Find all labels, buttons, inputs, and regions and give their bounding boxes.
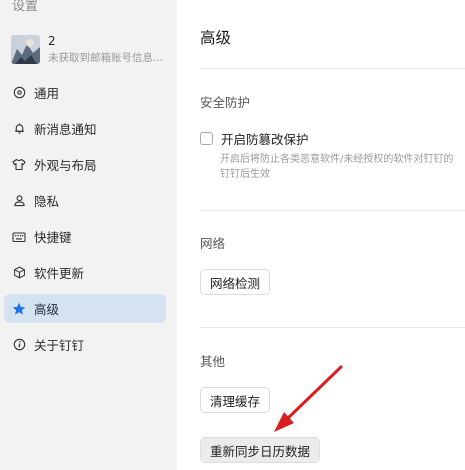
sidebar-item-notifications[interactable]: 新消息通知 — [4, 114, 166, 143]
sidebar-item-general[interactable]: 通用 — [4, 78, 166, 107]
settings-title: 设置 — [12, 0, 39, 14]
network-check-button[interactable]: 网络检测 — [200, 269, 271, 295]
sidebar-item-updates[interactable]: 软件更新 — [4, 258, 166, 287]
divider — [200, 210, 465, 211]
sidebar-item-about[interactable]: 关于钉钉 — [4, 330, 166, 359]
divider — [200, 68, 465, 69]
user-icon — [12, 194, 26, 208]
bell-icon — [12, 122, 26, 136]
profile-subtitle: 未获取到邮箱账号信息... — [48, 52, 164, 64]
section-title-other: 其他 — [200, 354, 226, 369]
sidebar-nav: 通用 新消息通知 外观与布局 隐私 快捷键 软件更新 高级 关于钉钉 — [4, 78, 166, 366]
avatar[interactable] — [11, 35, 40, 64]
sidebar-item-label: 关于钉钉 — [34, 338, 85, 353]
sidebar-item-privacy[interactable]: 隐私 — [4, 186, 166, 215]
keyboard-icon — [12, 230, 26, 244]
profile-name: 2 — [48, 34, 56, 48]
section-title-network: 网络 — [200, 236, 226, 251]
sidebar-item-shortcuts[interactable]: 快捷键 — [4, 222, 166, 251]
sidebar-item-label: 软件更新 — [34, 266, 85, 281]
sidebar-item-advanced[interactable]: 高级 — [4, 294, 166, 323]
tamper-protection-checkbox[interactable] — [200, 132, 213, 145]
sidebar-item-label: 通用 — [34, 86, 60, 101]
sidebar-item-label: 外观与布局 — [34, 158, 97, 173]
sidebar-item-label: 新消息通知 — [34, 122, 97, 137]
shirt-icon — [12, 158, 26, 172]
profile-card[interactable]: 2 未获取到邮箱账号信息... — [11, 33, 171, 65]
sidebar-item-label: 隐私 — [34, 194, 60, 209]
settings-sidebar: 设置 2 未获取到邮箱账号信息... 通用 新消息通知 外观与布局 隐私 快捷键… — [0, 0, 177, 470]
sidebar-item-label: 快捷键 — [34, 230, 72, 245]
clear-cache-button[interactable]: 清理缓存 — [200, 387, 271, 413]
tamper-protection-label: 开启防篡改保护 — [221, 132, 309, 147]
cube-icon — [12, 266, 26, 280]
divider — [200, 327, 465, 328]
resync-calendar-button[interactable]: 重新同步日历数据 — [200, 437, 321, 463]
tamper-protection-option[interactable]: 开启防篡改保护 — [200, 129, 309, 148]
star-icon — [12, 302, 26, 316]
sidebar-item-label: 高级 — [34, 302, 60, 317]
tamper-protection-description: 开启后将防止各类恶意软件/未经授权的软件对钉钉的 钉钉后生效 — [220, 154, 454, 180]
settings-content: 高级 安全防护 开启防篡改保护 开启后将防止各类恶意软件/未经授权的软件对钉钉的… — [177, 0, 465, 470]
page-title: 高级 — [200, 29, 232, 47]
sidebar-item-appearance[interactable]: 外观与布局 — [4, 150, 166, 179]
settings-circle-icon — [12, 86, 26, 100]
info-icon — [12, 338, 26, 352]
section-title-security: 安全防护 — [200, 95, 251, 110]
